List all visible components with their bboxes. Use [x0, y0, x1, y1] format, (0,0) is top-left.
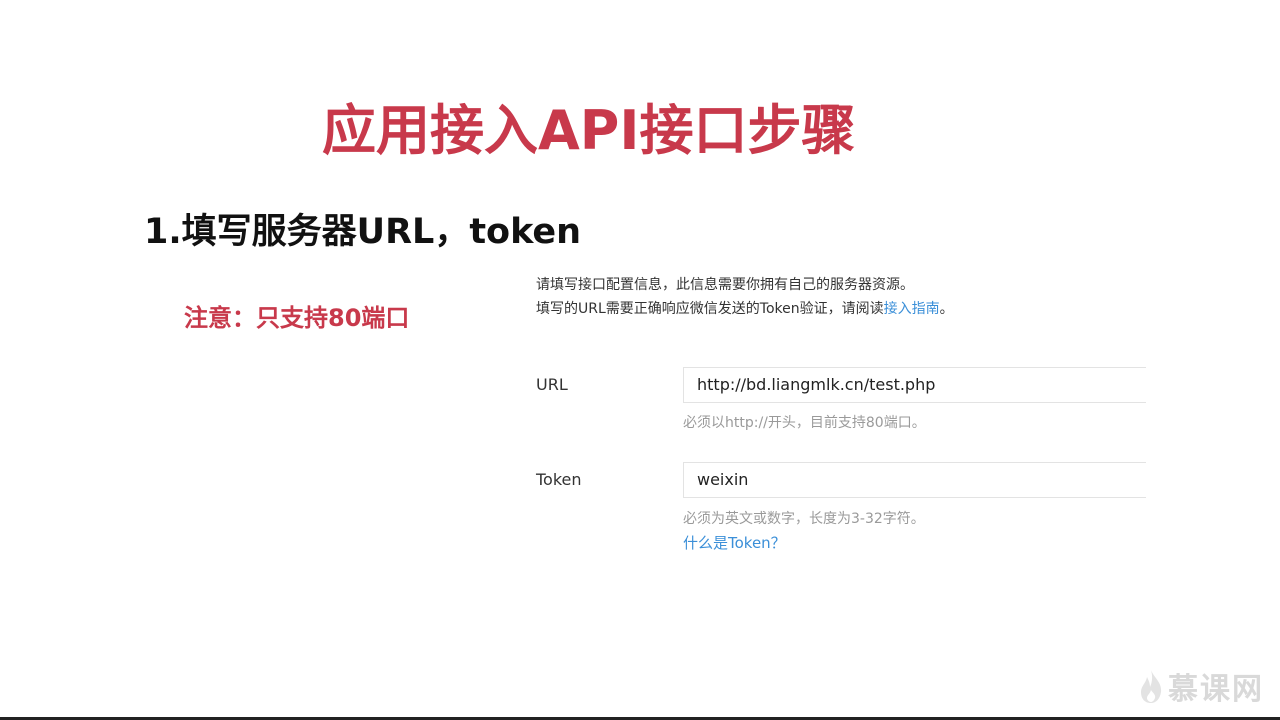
- token-label: Token: [536, 470, 582, 489]
- what-is-token-link[interactable]: 什么是Token？: [683, 532, 786, 553]
- intro-line-2-suffix: 。: [939, 301, 954, 317]
- url-input[interactable]: http://bd.liangmlk.cn/test.php: [683, 367, 1146, 403]
- url-label: URL: [536, 375, 568, 394]
- watermark-text: 慕课网: [1168, 672, 1264, 707]
- slide: 应用接入API接口步骤 1.填写服务器URL，token 注意：只支持80端口 …: [0, 0, 1280, 720]
- flame-icon: [1141, 670, 1162, 703]
- intro-line-2: 填写的URL需要正确响应微信发送的Token验证，请阅读接入指南。: [536, 297, 954, 321]
- watermark-logo: 慕课网: [1138, 664, 1264, 708]
- step-heading: 1.填写服务器URL，token: [144, 212, 582, 252]
- access-guide-link[interactable]: 接入指南: [884, 301, 940, 317]
- port-note: 注意：只支持80端口: [184, 304, 410, 332]
- token-hint: 必须为英文或数字，长度为3-32字符。: [683, 511, 925, 527]
- intro-line-1: 请填写接口配置信息，此信息需要你拥有自己的服务器资源。: [536, 277, 914, 293]
- slide-title: 应用接入API接口步骤: [322, 99, 856, 162]
- intro-line-2-prefix: 填写的URL需要正确响应微信发送的Token验证，请阅读: [536, 301, 884, 317]
- token-input[interactable]: weixin: [683, 462, 1146, 498]
- url-hint: 必须以http://开头，目前支持80端口。: [683, 415, 926, 431]
- config-intro: 请填写接口配置信息，此信息需要你拥有自己的服务器资源。 填写的URL需要正确响应…: [536, 273, 954, 321]
